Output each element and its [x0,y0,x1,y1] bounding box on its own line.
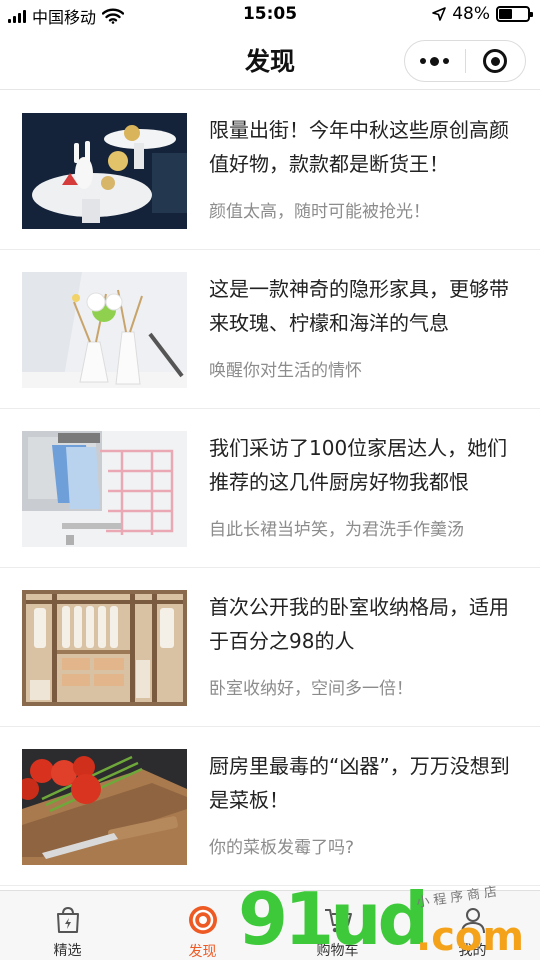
article-subtitle: 颜值太高，随时可能被抢光！ [209,202,430,222]
tab-label: 精选 [53,943,82,959]
tab-label: 我的 [458,943,487,959]
tab-bar: 精选 发现 购物车 我的 [0,890,540,960]
more-dots-icon [420,56,450,66]
article-subtitle: 唤醒你对生活的情怀 [209,361,362,381]
status-right: 48% [432,4,533,24]
location-arrow-icon [432,7,447,21]
more-button[interactable] [405,41,465,81]
target-icon [483,49,508,73]
tab-cart[interactable]: 购物车 [270,891,405,960]
article-subtitle: 卧室收纳好，空间多一倍！ [209,679,413,699]
tab-label: 发现 [188,944,217,960]
tab-profile[interactable]: 我的 [405,891,540,960]
article-subtitle: 你的菜板发霉了吗? [209,838,355,858]
close-miniprogram-button[interactable] [466,41,526,81]
battery-percent: 48% [452,4,490,24]
list-item[interactable]: 这是一款神奇的隐形家具，更够带来玫瑰、柠檬和海洋的气息 唤醒你对生活的情怀 [0,250,540,409]
battery-icon [496,6,533,22]
status-bar: 中国移动 15:05 48% [0,0,540,30]
cart-icon [323,905,353,934]
article-title: 我们采访了100位家居达人，她们推荐的这几件厨房好物我都恨 [209,436,508,494]
capsule-menu [404,40,526,82]
article-list: 限量出街！今年中秋这些原创高颜值好物，款款都是断货王！ 颜值太高，随时可能被抢光… [0,91,540,886]
tab-label: 购物车 [316,943,359,959]
article-title: 限量出街！今年中秋这些原创高颜值好物，款款都是断货王！ [209,118,509,176]
list-item[interactable]: 厨房里最毒的“凶器”，万万没想到是菜板！ 你的菜板发霉了吗? [0,727,540,886]
list-item[interactable]: 我们采访了100位家居达人，她们推荐的这几件厨房好物我都恨 自此长裙当垆笑，为君… [0,409,540,568]
bag-lightning-icon [53,905,83,934]
article-title: 首次公开我的卧室收纳格局，适用于百分之98的人 [209,595,509,653]
target-icon [188,905,218,935]
article-title: 厨房里最毒的“凶器”，万万没想到是菜板！ [209,754,510,812]
tab-featured[interactable]: 精选 [0,891,135,960]
list-item[interactable]: 首次公开我的卧室收纳格局，适用于百分之98的人 卧室收纳好，空间多一倍！ [0,568,540,727]
article-thumbnail [22,749,187,865]
list-item[interactable]: 限量出街！今年中秋这些原创高颜值好物，款款都是断货王！ 颜值太高，随时可能被抢光… [0,91,540,250]
article-thumbnail [22,272,187,388]
article-subtitle: 自此长裙当垆笑，为君洗手作羹汤 [209,520,464,540]
article-thumbnail [22,113,187,229]
tab-discover[interactable]: 发现 [135,891,270,960]
article-thumbnail [22,431,187,547]
article-title: 这是一款神奇的隐形家具，更够带来玫瑰、柠檬和海洋的气息 [209,277,509,335]
battery-fill [499,9,513,19]
article-thumbnail [22,590,187,706]
nav-bar: 发现 [0,30,540,90]
user-icon [458,905,488,934]
